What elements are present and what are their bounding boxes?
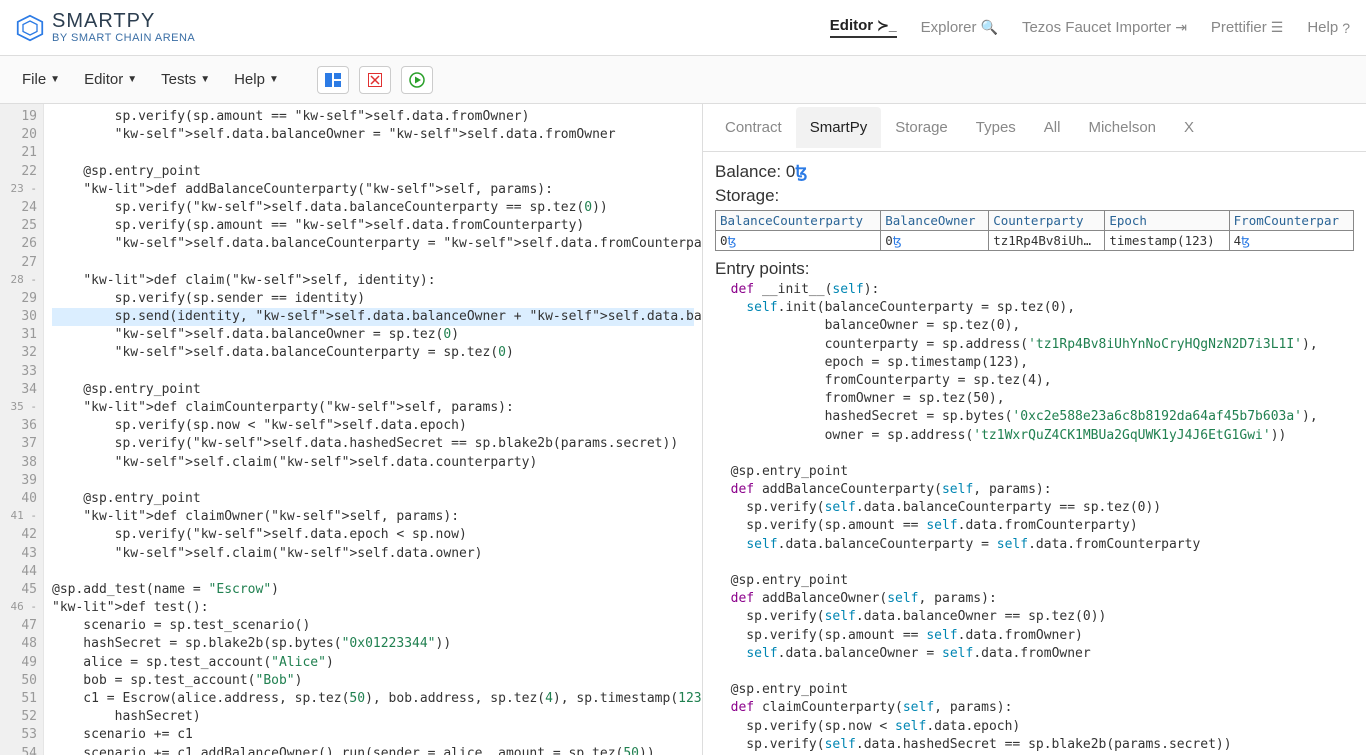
menu-help[interactable]: Help▼ — [224, 65, 289, 94]
logo[interactable]: SMARTPY BY SMART CHAIN ARENA — [16, 11, 195, 44]
list-icon: ☰ — [1271, 19, 1284, 36]
top-nav: Editor ≻_ Explorer 🔍 Tezos Faucet Import… — [830, 17, 1350, 38]
prompt-icon: ≻_ — [877, 17, 897, 34]
menu-file[interactable]: File▼ — [12, 65, 70, 94]
tab-all[interactable]: All — [1030, 107, 1075, 148]
smartpy-logo-icon — [16, 14, 44, 42]
header: SMARTPY BY SMART CHAIN ARENA Editor ≻_ E… — [0, 0, 1366, 56]
editor-gutter: 1920212223 -2425262728 -29303132333435 -… — [0, 104, 44, 755]
run-button[interactable] — [401, 66, 433, 94]
balance-line: Balance: 0ꜩ — [715, 162, 1354, 182]
layout-button[interactable] — [317, 66, 349, 94]
play-icon — [409, 72, 425, 88]
table-header-row: BalanceCounterpartyBalanceOwnerCounterpa… — [716, 211, 1354, 231]
output-body: Balance: 0ꜩ Storage: BalanceCounterparty… — [703, 152, 1366, 755]
editor-code[interactable]: sp.verify(sp.amount == "kw-self">self.da… — [44, 104, 702, 755]
storage-table: BalanceCounterpartyBalanceOwnerCounterpa… — [715, 210, 1354, 251]
search-icon: 🔍 — [981, 19, 998, 36]
tab-michelson[interactable]: Michelson — [1074, 107, 1170, 148]
nav-editor[interactable]: Editor ≻_ — [830, 17, 897, 38]
output-tabs: Contract SmartPy Storage Types All Miche… — [703, 104, 1366, 152]
tab-close[interactable]: X — [1170, 107, 1208, 148]
nav-explorer[interactable]: Explorer 🔍 — [921, 19, 998, 36]
logo-subtitle: BY SMART CHAIN ARENA — [52, 33, 195, 44]
entry-points-label: Entry points: — [715, 259, 1354, 279]
logo-title: SMARTPY — [52, 11, 195, 31]
main: 1920212223 -2425262728 -29303132333435 -… — [0, 104, 1366, 755]
tab-types[interactable]: Types — [962, 107, 1030, 148]
chevron-down-icon: ▼ — [269, 74, 279, 85]
storage-label: Storage: — [715, 186, 1354, 206]
chevron-down-icon: ▼ — [50, 74, 60, 85]
nav-faucet[interactable]: Tezos Faucet Importer ⇥ — [1022, 19, 1187, 36]
toolbar: File▼ Editor▼ Tests▼ Help▼ — [0, 56, 1366, 104]
close-square-icon — [368, 73, 382, 87]
menu-editor[interactable]: Editor▼ — [74, 65, 147, 94]
tezos-icon: ꜩ — [795, 162, 807, 181]
editor-pane[interactable]: 1920212223 -2425262728 -29303132333435 -… — [0, 104, 702, 755]
import-icon: ⇥ — [1175, 19, 1187, 36]
nav-help[interactable]: Help ? — [1307, 19, 1350, 36]
tab-contract[interactable]: Contract — [711, 107, 796, 148]
nav-prettifier[interactable]: Prettifier ☰ — [1211, 19, 1283, 36]
table-row: 0ꜩ0ꜩtz1Rp4Bv8iUh…timestamp(123)4ꜩ — [716, 231, 1354, 251]
output-pane: Contract SmartPy Storage Types All Miche… — [702, 104, 1366, 755]
chevron-down-icon: ▼ — [200, 74, 210, 85]
chevron-down-icon: ▼ — [127, 74, 137, 85]
entry-points-code: def __init__(self): self.init(balanceCou… — [715, 281, 1354, 755]
tab-storage[interactable]: Storage — [881, 107, 962, 148]
tab-smartpy[interactable]: SmartPy — [796, 107, 882, 148]
panels-icon — [325, 73, 341, 87]
clear-button[interactable] — [359, 66, 391, 94]
help-icon: ? — [1342, 20, 1350, 36]
menu-tests[interactable]: Tests▼ — [151, 65, 220, 94]
